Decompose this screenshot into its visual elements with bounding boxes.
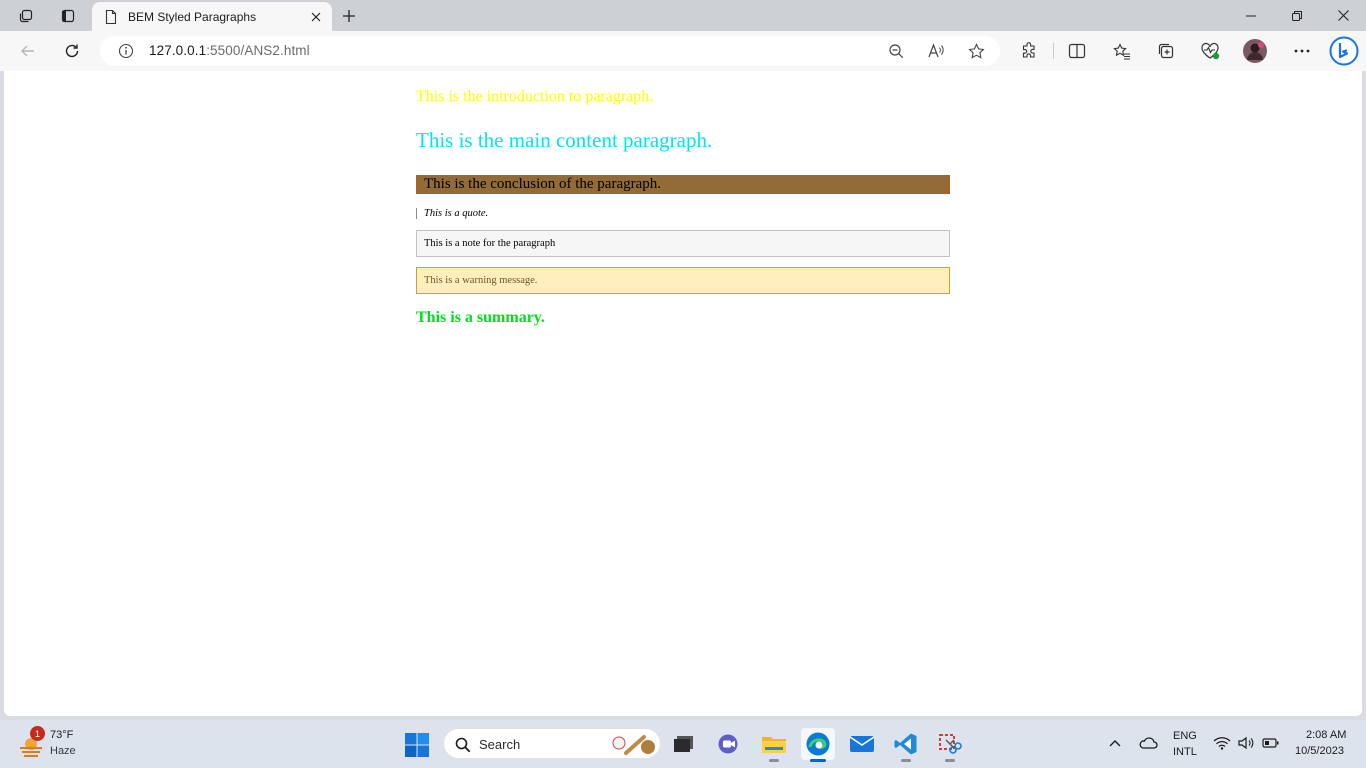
taskbar-file-explorer[interactable] [757,728,791,762]
zoom-out-icon[interactable] [885,41,907,61]
browser-titlebar: BEM Styled Paragraphs [0,0,1366,31]
restore-button[interactable] [1274,0,1320,31]
volume-icon[interactable] [1237,736,1255,750]
clock-date[interactable]: 10/5/2023 [1295,745,1344,757]
running-indicator [945,759,955,762]
read-aloud-icon[interactable] [925,41,947,61]
new-tab-button[interactable] [336,4,362,28]
minimize-button[interactable] [1228,0,1274,31]
workspaces-icon[interactable] [12,4,40,28]
chat-icon [718,734,738,754]
chevron-up-icon[interactable] [1108,738,1122,748]
snipping-tool-icon [939,734,962,754]
taskbar-snipping-tool[interactable] [933,728,967,762]
bing-copilot-icon[interactable] [1327,35,1361,67]
intro-paragraph: This is the introduction to paragraph. [416,88,654,105]
search-icon [455,737,471,753]
browser-toolbar: 127.0.0.1:5500/ANS2.html [0,31,1366,71]
onedrive-cloud-icon[interactable] [1138,736,1158,750]
split-screen-icon[interactable] [1062,37,1092,65]
notification-badge: 1 [30,726,45,741]
taskbar-edge[interactable] [801,728,835,762]
extensions-icon[interactable] [1014,37,1044,65]
search-highlight-icon [612,735,655,755]
summary-paragraph: This is a summary. [416,309,545,326]
running-indicator [769,759,779,762]
favorites-icon[interactable] [1107,37,1137,65]
mail-icon [849,736,875,752]
search-label: Search [479,737,521,752]
active-indicator [810,759,826,762]
main-content-paragraph: This is the main content paragraph. [416,128,713,152]
address-bar[interactable]: 127.0.0.1:5500/ANS2.html [100,36,1000,66]
tab-active[interactable]: BEM Styled Paragraphs [92,2,332,31]
browser-essentials-icon[interactable] [1195,37,1225,65]
weather-widget[interactable]: 1 73°F Haze [16,726,96,761]
wifi-icon[interactable] [1213,736,1231,750]
close-window-button[interactable] [1320,0,1366,31]
tab-actions-icon[interactable] [54,4,82,28]
back-button[interactable] [13,37,43,65]
arrow-left-icon [21,45,34,57]
task-view-icon [674,736,693,752]
taskbar-mail[interactable] [845,728,879,760]
conclusion-paragraph: This is the conclusion of the paragraph. [416,175,950,194]
page-icon [105,9,117,24]
collections-icon[interactable] [1151,37,1181,65]
battery-icon[interactable] [1262,738,1280,748]
web-page-viewport: This is the introduction to paragraph. T… [4,71,1362,716]
taskbar-task-view[interactable] [666,728,700,760]
refresh-icon [65,44,79,58]
running-indicator [901,759,911,762]
taskbar-vscode[interactable] [889,728,923,762]
keyboard-layout-indicator[interactable]: INTL [1173,746,1197,758]
warning-paragraph: This is a warning message. [416,267,950,294]
clock-time[interactable]: 2:08 AM [1306,729,1346,741]
quote-paragraph: This is a quote. [416,208,488,219]
windows-taskbar: 1 73°F Haze Search ENG INTL 2:08 AM 10/5… [0,720,1366,768]
more-menu-icon[interactable] [1287,37,1317,65]
edge-browser-icon [806,732,830,756]
windows-logo-icon [405,733,429,757]
taskbar-search[interactable]: Search [443,728,661,759]
refresh-button[interactable] [57,37,87,65]
favorite-star-icon[interactable] [965,41,987,61]
start-button[interactable] [404,732,430,763]
tab-close-icon[interactable] [306,7,326,27]
site-info-icon[interactable] [118,43,134,64]
plus-icon [343,10,355,22]
language-indicator[interactable]: ENG [1173,730,1197,742]
tab-title: BEM Styled Paragraphs [128,9,257,24]
toolbar-divider [1053,43,1054,59]
taskbar-teams[interactable] [712,728,746,760]
note-paragraph: This is a note for the paragraph [416,230,950,257]
weather-temperature: 73°F [50,729,74,741]
weather-condition: Haze [50,745,76,757]
url-text: 127.0.0.1:5500/ANS2.html [149,43,310,58]
folder-icon [762,737,786,753]
profile-avatar[interactable] [1240,37,1270,65]
vscode-icon [894,733,917,755]
